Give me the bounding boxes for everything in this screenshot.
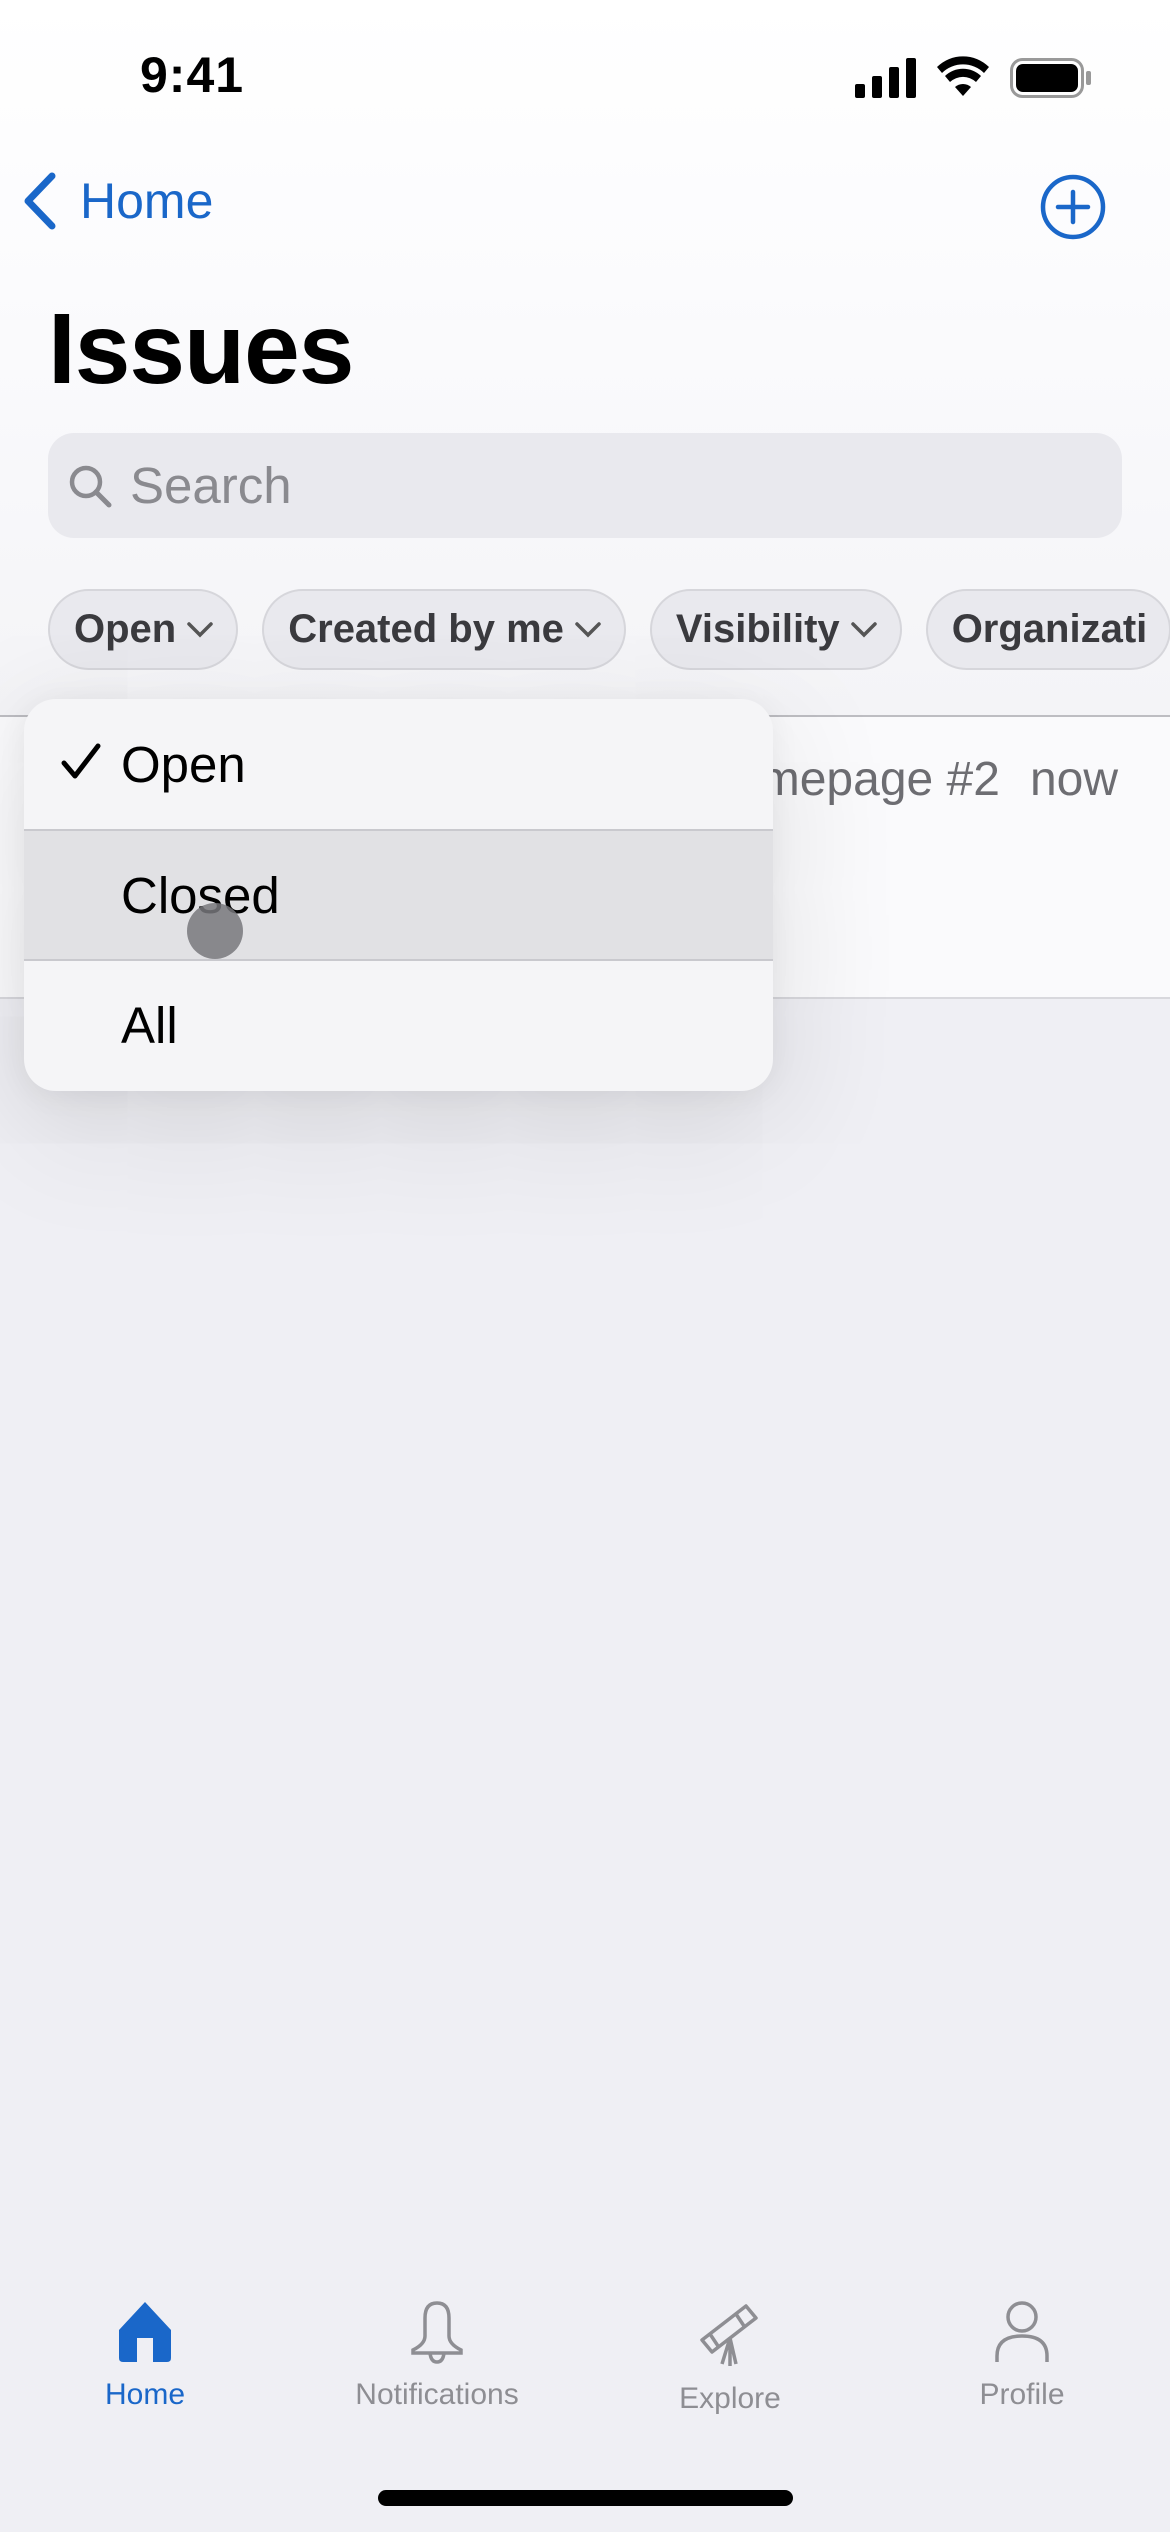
tab-label: Notifications — [355, 2378, 519, 2411]
back-label: Home — [80, 173, 214, 229]
bell-icon — [411, 2301, 463, 2364]
house-icon — [119, 2302, 171, 2362]
menu-item-all[interactable]: All — [24, 959, 773, 1089]
signal-icon — [855, 58, 916, 98]
chevron-down-icon — [850, 621, 877, 637]
menu-item-open[interactable]: Open — [24, 699, 773, 829]
wifi-icon — [937, 56, 989, 96]
filter-author[interactable]: Created by me — [262, 589, 626, 670]
tab-profile[interactable]: Profile — [902, 2300, 1142, 2412]
state-dropdown-menu: Open Closed All — [24, 699, 773, 1091]
telescope-icon — [700, 2304, 758, 2366]
menu-item-label: Open — [121, 735, 246, 793]
chevron-left-icon — [24, 172, 56, 230]
filter-bar: Open Created by me Visibility Organizati — [48, 589, 1170, 670]
back-button[interactable]: Home — [22, 172, 213, 230]
filter-label: Open — [74, 607, 177, 651]
tab-label: Explore — [679, 2382, 781, 2415]
touch-indicator — [187, 903, 243, 959]
menu-item-closed[interactable]: Closed — [24, 829, 773, 959]
checkmark-icon — [61, 743, 101, 779]
home-indicator[interactable] — [378, 2490, 793, 2506]
status-time: 9:41 — [140, 47, 245, 103]
search-icon — [69, 465, 112, 507]
tab-label: Home — [104, 2378, 186, 2411]
tab-explore[interactable]: Explore — [610, 2300, 850, 2416]
list-item-text: mepage #2 now — [760, 752, 1118, 807]
search-field[interactable] — [48, 433, 1122, 538]
filter-label: Created by me — [288, 607, 564, 651]
menu-item-label: All — [121, 996, 178, 1054]
filter-organization[interactable]: Organizati — [925, 589, 1170, 670]
chevron-down-icon — [575, 621, 601, 637]
issue-time: now — [1029, 753, 1118, 806]
tab-notifications[interactable]: Notifications — [317, 2300, 557, 2412]
filter-visibility[interactable]: Visibility — [649, 589, 902, 670]
tab-label: Profile — [979, 2378, 1065, 2411]
filter-state[interactable]: Open — [48, 589, 239, 670]
filter-label: Organizati — [951, 607, 1148, 651]
chevron-down-icon — [187, 621, 213, 637]
plus-circle-icon[interactable] — [1039, 173, 1107, 241]
page-title: Issues — [48, 293, 354, 405]
person-icon — [995, 2301, 1049, 2362]
filter-label: Visibility — [675, 607, 840, 651]
battery-icon — [1010, 58, 1091, 98]
issue-title: mepage #2 — [759, 753, 1000, 806]
tab-home[interactable]: Home — [25, 2300, 265, 2412]
search-input[interactable] — [130, 456, 1030, 515]
